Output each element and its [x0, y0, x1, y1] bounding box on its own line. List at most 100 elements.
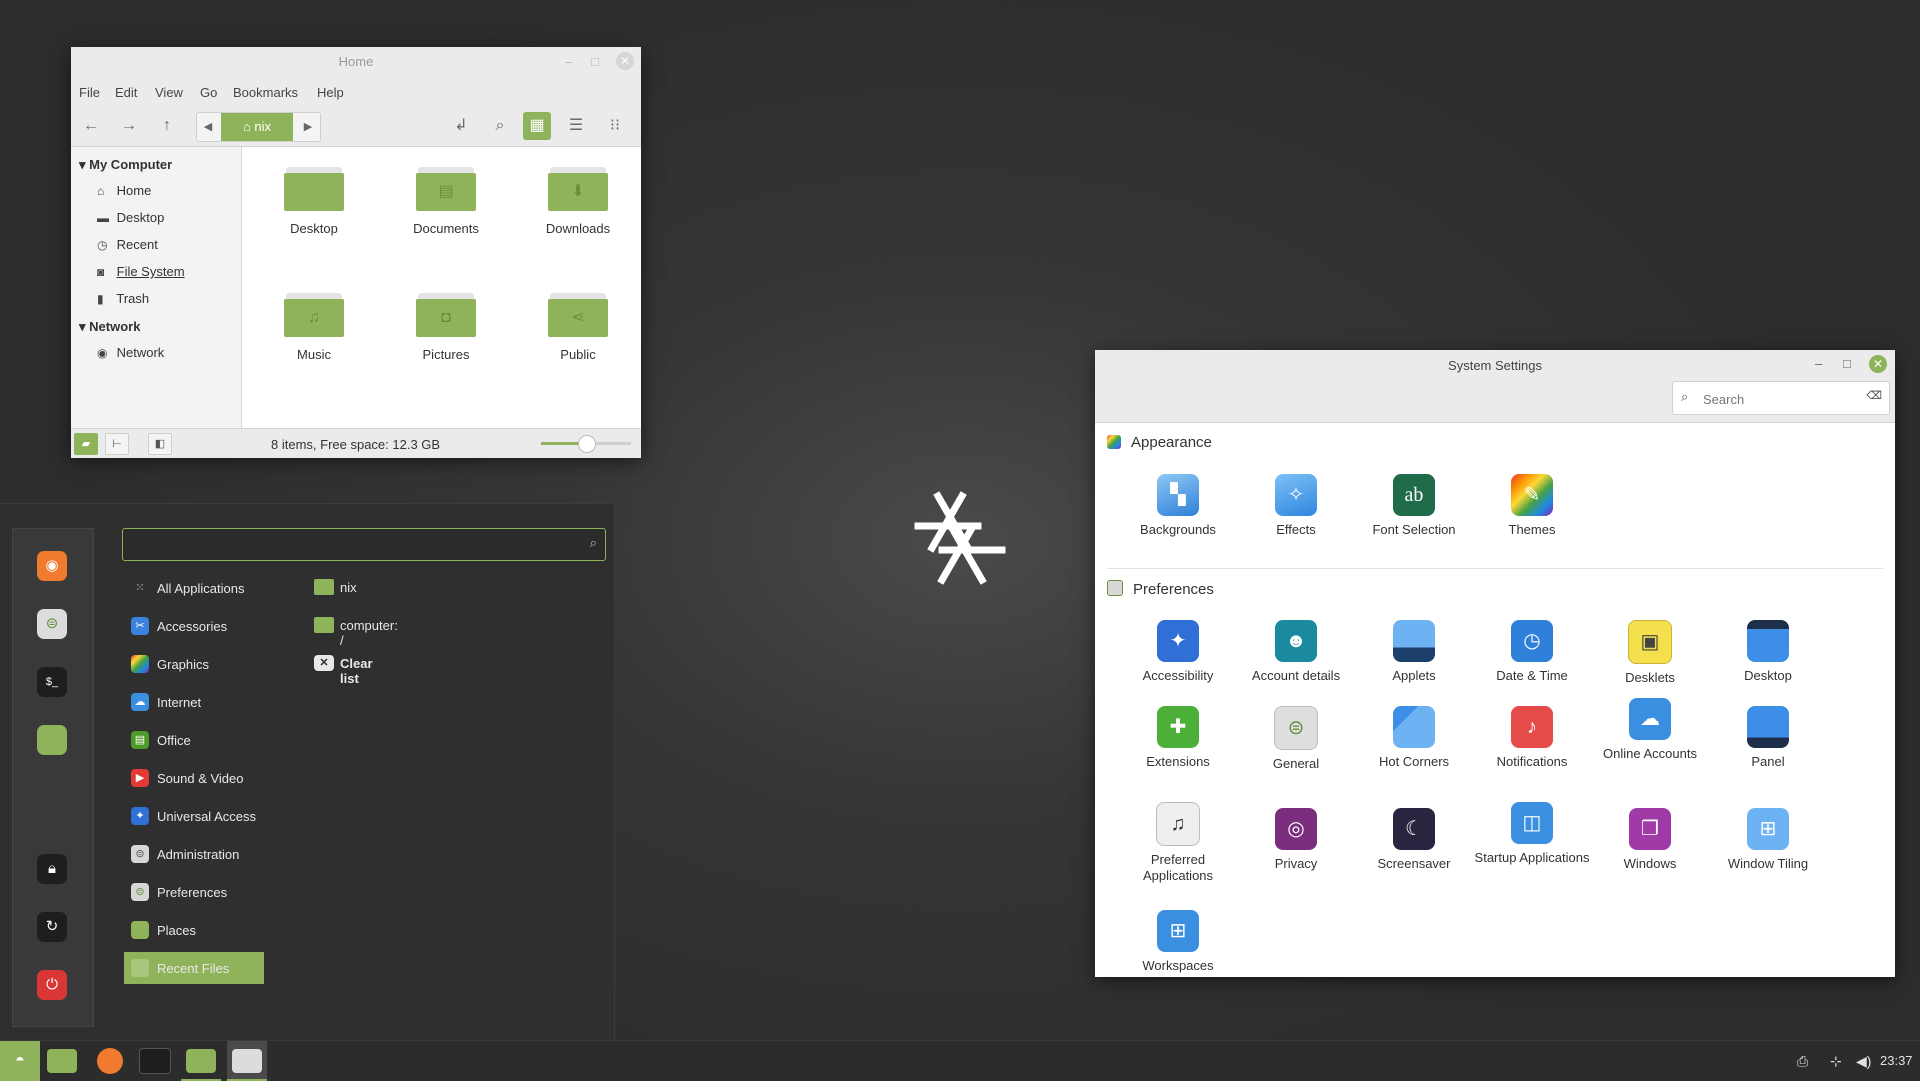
window-titlebar[interactable]: Home – □ ✕ [71, 47, 641, 76]
menu-bookmarks[interactable]: Bookmarks [233, 85, 298, 100]
logout-icon[interactable]: ↻ [37, 912, 67, 942]
breadcrumb-left-arrow-icon[interactable]: ◀ [197, 113, 219, 141]
list-view-button[interactable]: ☰ [562, 112, 590, 140]
show-places-button[interactable]: ▰ [74, 433, 98, 455]
item-backgrounds[interactable]: ▚ Backgrounds [1119, 474, 1237, 538]
settings-search[interactable]: ⌕ ⌫ [1672, 381, 1890, 415]
item-accessibility[interactable]: ✦ Accessibility [1119, 620, 1237, 684]
item-desktop[interactable]: Desktop [1709, 620, 1827, 684]
taskbar-firefox-launcher[interactable] [90, 1041, 130, 1081]
item-privacy[interactable]: ◎ Privacy [1237, 808, 1355, 872]
printer-icon[interactable]: ⎙ [1797, 1053, 1808, 1070]
sidebar-heading-network[interactable]: ▾ Network [79, 319, 140, 335]
menu-go[interactable]: Go [200, 85, 217, 100]
menu-help[interactable]: Help [317, 85, 344, 100]
maximize-button[interactable]: □ [587, 54, 603, 70]
menu-edit[interactable]: Edit [115, 85, 137, 100]
breadcrumb-home[interactable]: ⌂ nix [221, 113, 293, 141]
firefox-icon[interactable]: ◉ [37, 551, 67, 581]
back-button[interactable]: ← [77, 112, 105, 140]
taskbar-window-settings[interactable] [227, 1041, 267, 1081]
category-graphics[interactable]: Graphics [124, 648, 264, 680]
folder-public[interactable]: ⋖ Public [523, 293, 633, 383]
settings-header[interactable]: System Settings – □ ✕ ⌕ ⌫ [1095, 350, 1895, 423]
sidebar-item-trash[interactable]: ▮ Trash [97, 291, 149, 306]
folder-desktop[interactable]: Desktop [259, 167, 369, 257]
menu-view[interactable]: View [155, 85, 183, 100]
folder-documents[interactable]: ▤ Documents [391, 167, 501, 257]
folder-music[interactable]: ♫ Music [259, 293, 369, 383]
sidebar-item-desktop[interactable]: ▬ Desktop [97, 210, 164, 225]
item-notifications[interactable]: ♪ Notifications [1473, 706, 1591, 770]
category-accessories[interactable]: ✂ Accessories [124, 610, 264, 642]
category-universal-access[interactable]: ✦ Universal Access [124, 800, 264, 832]
terminal-icon[interactable]: $_ [37, 667, 67, 697]
menu-button[interactable]: ◓ [0, 1041, 40, 1081]
item-hot-corners[interactable]: Hot Corners [1355, 706, 1473, 770]
taskbar-window-files[interactable] [181, 1041, 221, 1081]
folder-downloads[interactable]: ⬇ Downloads [523, 167, 633, 257]
files-icon[interactable] [37, 725, 67, 755]
taskbar-files-launcher[interactable] [42, 1041, 82, 1081]
item-themes[interactable]: ✎ Themes [1473, 474, 1591, 538]
clock[interactable]: 23:37 [1880, 1053, 1913, 1068]
item-screensaver[interactable]: ☾ Screensaver [1355, 808, 1473, 872]
sidebar-item-network[interactable]: ◉ Network [97, 345, 164, 360]
item-applets[interactable]: Applets [1355, 620, 1473, 684]
minimize-button[interactable]: – [1815, 356, 1822, 371]
minimize-button[interactable]: – [561, 54, 577, 70]
item-windows[interactable]: ❐ Windows [1591, 808, 1709, 872]
sidebar-heading-my-computer[interactable]: ▾ My Computer [79, 157, 172, 173]
item-window-tiling[interactable]: ⊞ Window Tiling [1709, 808, 1827, 872]
category-administration[interactable]: ⊜ Administration [124, 838, 264, 870]
item-effects[interactable]: ✧ Effects [1237, 474, 1355, 538]
show-tree-button[interactable]: ⊢ [105, 433, 129, 455]
clear-search-icon[interactable]: ⌫ [1866, 389, 1882, 402]
zoom-slider-knob[interactable] [578, 435, 596, 453]
icon-view-button[interactable]: ▦ [523, 112, 551, 140]
item-account-details[interactable]: ☻ Account details [1237, 620, 1355, 684]
volume-icon[interactable]: ◀) [1856, 1053, 1871, 1070]
sidebar-item-home[interactable]: ⌂ Home [97, 183, 151, 198]
power-icon[interactable]: ⏻ [37, 970, 67, 1000]
lock-icon[interactable]: 🔒︎ [37, 854, 67, 884]
item-startup-applications[interactable]: ◫ Startup Applications [1473, 802, 1591, 866]
item-preferred-applications[interactable]: ♫ Preferred Applications [1119, 802, 1237, 884]
category-sound-video[interactable]: ▶ Sound & Video [124, 762, 264, 794]
item-extensions[interactable]: ✚ Extensions [1119, 706, 1237, 770]
menu-search[interactable]: ⌕ [122, 528, 606, 561]
category-places[interactable]: Places [124, 914, 264, 946]
settings-search-input[interactable] [1701, 388, 1855, 410]
item-online-accounts[interactable]: ☁ Online Accounts [1591, 698, 1709, 762]
category-office[interactable]: ▤ Office [124, 724, 264, 756]
folder-pictures[interactable]: ◘ Pictures [391, 293, 501, 383]
item-workspaces[interactable]: ⊞ Workspaces [1119, 910, 1237, 974]
compact-view-button[interactable]: ⁝⁝ [601, 112, 629, 140]
menu-search-input[interactable] [131, 533, 575, 557]
item-desklets[interactable]: ▣ Desklets [1591, 620, 1709, 686]
up-button[interactable]: ↑ [153, 112, 181, 140]
menu-file[interactable]: File [79, 85, 100, 100]
sidebar-item-recent[interactable]: ◷ Recent [97, 237, 158, 252]
maximize-button[interactable]: □ [1843, 356, 1851, 371]
category-all-applications[interactable]: ⁙ All Applications [124, 572, 264, 604]
taskbar-terminal-launcher[interactable] [135, 1041, 175, 1081]
settings-toggle-icon[interactable]: ⊜ [37, 609, 67, 639]
open-terminal-icon[interactable]: ↲ [447, 112, 475, 140]
category-internet[interactable]: ☁ Internet [124, 686, 264, 718]
zoom-slider[interactable] [541, 435, 631, 453]
search-icon[interactable]: ⌕ [486, 112, 514, 140]
forward-button[interactable]: → [115, 112, 143, 140]
toggle-sidebar-button[interactable]: ◧ [148, 433, 172, 455]
breadcrumb-right-arrow-icon[interactable]: ▶ [297, 113, 319, 141]
item-panel[interactable]: Panel [1709, 706, 1827, 770]
sidebar-item-file-system[interactable]: ◙ File System [97, 264, 185, 279]
category-preferences[interactable]: ⊜ Preferences [124, 876, 264, 908]
close-button[interactable]: ✕ [1869, 355, 1887, 373]
network-icon[interactable]: ⊹ [1830, 1053, 1842, 1070]
item-date-time[interactable]: ◷ Date & Time [1473, 620, 1591, 684]
category-recent-files[interactable]: Recent Files [124, 952, 264, 984]
close-button[interactable]: ✕ [616, 52, 634, 70]
item-font-selection[interactable]: ab Font Selection [1355, 474, 1473, 538]
item-general[interactable]: ⊜ General [1237, 706, 1355, 772]
